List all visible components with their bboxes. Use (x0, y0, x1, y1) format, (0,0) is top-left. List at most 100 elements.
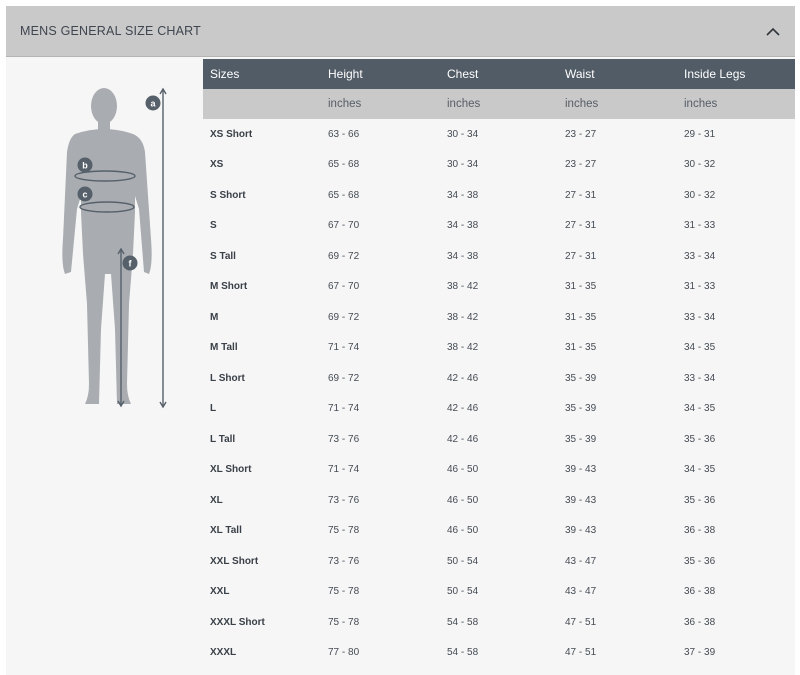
cell-chest: 30 - 34 (447, 159, 479, 171)
cell-height: 67 - 70 (328, 220, 360, 232)
cell-height: 71 - 74 (328, 403, 360, 415)
cell-chest: 38 - 42 (447, 281, 479, 293)
table-row: M Short 67 - 70 38 - 42 31 - 35 31 - 33 (203, 272, 795, 303)
column-header-height: Height (321, 59, 440, 89)
cell-size: XL (210, 494, 223, 506)
cell-size: XXL Short (210, 555, 259, 567)
cell-size: L Short (210, 372, 245, 384)
cell-inside-legs: 35 - 36 (684, 433, 716, 445)
cell-waist: 31 - 35 (565, 281, 597, 293)
unit-cell: inches (321, 89, 440, 119)
cell-chest: 50 - 54 (447, 555, 479, 567)
column-header-inside-legs: Inside Legs (677, 59, 795, 89)
table-row: XL Tall 75 - 78 46 - 50 39 - 43 36 - 38 (203, 516, 795, 547)
cell-size: XXXL (210, 647, 237, 659)
cell-height: 67 - 70 (328, 281, 360, 293)
cell-waist: 39 - 43 (565, 464, 597, 476)
unit-cell: inches (677, 89, 795, 119)
unit-cell: inches (440, 89, 558, 119)
cell-chest: 34 - 38 (447, 250, 479, 262)
cell-inside-legs: 30 - 32 (684, 159, 716, 171)
table-body: XS Short 63 - 66 30 - 34 23 - 27 29 - 31 XS 65… (203, 119, 795, 668)
table-row: S Short 65 - 68 34 - 38 27 - 31 30 - 32 (203, 180, 795, 211)
table-row: L Short 69 - 72 42 - 46 35 - 39 33 - 34 (203, 363, 795, 394)
cell-inside-legs: 34 - 35 (684, 464, 716, 476)
cell-size: M (210, 311, 219, 323)
cell-inside-legs: 30 - 32 (684, 189, 716, 201)
cell-waist: 27 - 31 (565, 250, 597, 262)
cell-chest: 54 - 58 (447, 647, 479, 659)
table-row: XXXL Short 75 - 78 54 - 58 47 - 51 36 - 38 (203, 607, 795, 638)
cell-waist: 35 - 39 (565, 403, 597, 415)
cell-inside-legs: 31 - 33 (684, 281, 716, 293)
cell-inside-legs: 33 - 34 (684, 311, 716, 323)
panel-title: MENS GENERAL SIZE CHART (20, 24, 202, 38)
cell-chest: 42 - 46 (447, 372, 479, 384)
cell-height: 75 - 78 (328, 616, 360, 628)
cell-size: L Tall (210, 433, 236, 445)
cell-size: M Short (210, 281, 248, 293)
cell-inside-legs: 36 - 38 (684, 586, 716, 598)
cell-height: 77 - 80 (328, 647, 360, 659)
cell-inside-legs: 35 - 36 (684, 555, 716, 567)
table-row: XXXL 77 - 80 54 - 58 47 - 51 37 - 39 (203, 638, 795, 669)
cell-height: 73 - 76 (328, 494, 360, 506)
cell-inside-legs: 34 - 35 (684, 342, 716, 354)
column-header-chest: Chest (440, 59, 558, 89)
cell-waist: 31 - 35 (565, 342, 597, 354)
cell-height: 63 - 66 (328, 128, 360, 140)
cell-size: L (210, 403, 217, 415)
cell-chest: 38 - 42 (447, 342, 479, 354)
cell-chest: 50 - 54 (447, 586, 479, 598)
unit-cell: inches (558, 89, 677, 119)
body-measurement-figure: a b c f (62, 87, 167, 409)
cell-inside-legs: 34 - 35 (684, 403, 716, 415)
body-silhouette (62, 88, 152, 404)
table-header-row: Sizes Height Chest Waist Inside Legs (203, 59, 795, 89)
cell-waist: 39 - 43 (565, 525, 597, 537)
cell-waist: 43 - 47 (565, 586, 597, 598)
marker-c-label: c (82, 190, 87, 200)
cell-height: 71 - 74 (328, 464, 360, 476)
cell-height: 71 - 74 (328, 342, 360, 354)
table-row: S 67 - 70 34 - 38 27 - 31 31 - 33 (203, 211, 795, 242)
cell-size: XS Short (210, 128, 253, 140)
marker-b-label: b (82, 161, 88, 171)
table-row: S Tall 69 - 72 34 - 38 27 - 31 33 - 34 (203, 241, 795, 272)
cell-height: 65 - 68 (328, 159, 360, 171)
cell-inside-legs: 36 - 38 (684, 616, 716, 628)
cell-chest: 46 - 50 (447, 525, 479, 537)
unit-cell (203, 89, 321, 119)
table-row: XL Short 71 - 74 46 - 50 39 - 43 34 - 35 (203, 455, 795, 486)
cell-waist: 43 - 47 (565, 555, 597, 567)
cell-size: S (210, 220, 217, 232)
cell-inside-legs: 35 - 36 (684, 494, 716, 506)
table-row: XS 65 - 68 30 - 34 23 - 27 30 - 32 (203, 150, 795, 181)
cell-inside-legs: 33 - 34 (684, 250, 716, 262)
cell-height: 69 - 72 (328, 250, 360, 262)
table-row: M 69 - 72 38 - 42 31 - 35 33 - 34 (203, 302, 795, 333)
cell-height: 69 - 72 (328, 372, 360, 384)
cell-height: 65 - 68 (328, 189, 360, 201)
table-row: XXL Short 73 - 76 50 - 54 43 - 47 35 - 36 (203, 546, 795, 577)
chevron-up-icon[interactable] (765, 24, 781, 40)
cell-size: S Tall (210, 250, 236, 262)
cell-chest: 38 - 42 (447, 311, 479, 323)
cell-waist: 39 - 43 (565, 494, 597, 506)
cell-size: S Short (210, 189, 246, 201)
table-row: L Tall 73 - 76 42 - 46 35 - 39 35 - 36 (203, 424, 795, 455)
table-row: M Tall 71 - 74 38 - 42 31 - 35 34 - 35 (203, 333, 795, 364)
table-row: XXL 75 - 78 50 - 54 43 - 47 36 - 38 (203, 577, 795, 608)
units-row: inches inches inches inches (203, 89, 795, 119)
cell-chest: 34 - 38 (447, 189, 479, 201)
cell-size: XS (210, 159, 224, 171)
cell-waist: 27 - 31 (565, 189, 597, 201)
cell-waist: 31 - 35 (565, 311, 597, 323)
cell-height: 73 - 76 (328, 433, 360, 445)
cell-inside-legs: 33 - 34 (684, 372, 716, 384)
size-chart-accordion-header[interactable]: MENS GENERAL SIZE CHART (6, 6, 795, 57)
cell-inside-legs: 31 - 33 (684, 220, 716, 232)
cell-waist: 35 - 39 (565, 372, 597, 384)
cell-waist: 35 - 39 (565, 433, 597, 445)
cell-chest: 46 - 50 (447, 464, 479, 476)
